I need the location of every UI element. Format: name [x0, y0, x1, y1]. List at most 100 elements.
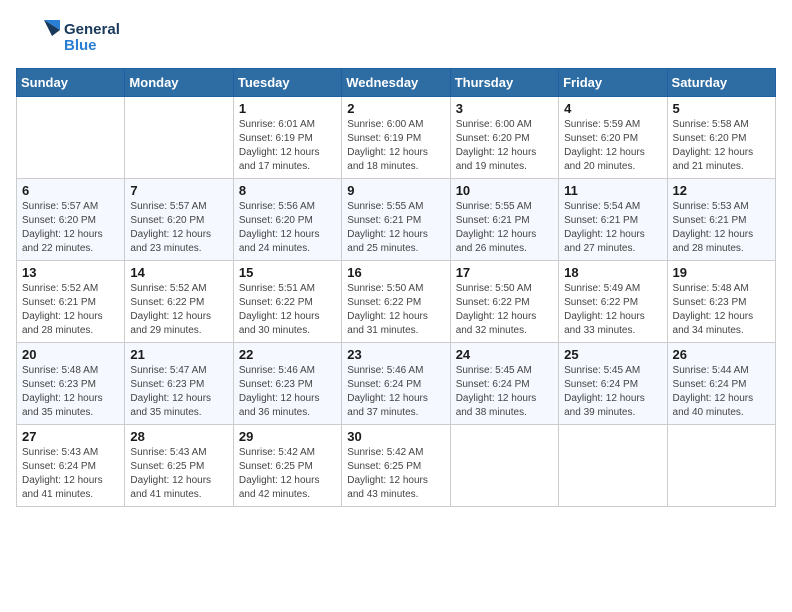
calendar-header-row: SundayMondayTuesdayWednesdayThursdayFrid…: [17, 69, 776, 97]
day-info: Sunrise: 5:44 AM Sunset: 6:24 PM Dayligh…: [673, 364, 770, 420]
day-info: Sunrise: 5:54 AM Sunset: 6:21 PM Dayligh…: [564, 200, 661, 256]
calendar-cell: [559, 425, 667, 507]
weekday-header: Sunday: [17, 69, 125, 97]
logo-line1: General: [64, 22, 120, 39]
day-number: 3: [456, 101, 553, 116]
day-number: 10: [456, 183, 553, 198]
day-info: Sunrise: 5:57 AM Sunset: 6:20 PM Dayligh…: [130, 200, 227, 256]
weekday-header: Thursday: [450, 69, 558, 97]
calendar-cell: 16 Sunrise: 5:50 AM Sunset: 6:22 PM Dayli…: [342, 261, 450, 343]
day-info: Sunrise: 5:46 AM Sunset: 6:24 PM Dayligh…: [347, 364, 444, 420]
calendar-cell: [17, 97, 125, 179]
day-info: Sunrise: 5:55 AM Sunset: 6:21 PM Dayligh…: [347, 200, 444, 256]
calendar-cell: 8Sunrise: 5:56 AM Sunset: 6:20 PM Daylig…: [233, 179, 341, 261]
calendar-cell: 24 Sunrise: 5:45 AM Sunset: 6:24 PM Dayli…: [450, 343, 558, 425]
weekday-header: Monday: [125, 69, 233, 97]
calendar-cell: 14 Sunrise: 5:52 AM Sunset: 6:22 PM Dayli…: [125, 261, 233, 343]
day-number: 26: [673, 347, 770, 362]
day-info: Sunrise: 5:42 AM Sunset: 6:25 PM Dayligh…: [347, 446, 444, 502]
day-info: Sunrise: 5:52 AM Sunset: 6:21 PM Dayligh…: [22, 282, 119, 338]
day-number: 19: [673, 265, 770, 280]
calendar-cell: 28 Sunrise: 5:43 AM Sunset: 6:25 PM Dayli…: [125, 425, 233, 507]
day-info: Sunrise: 5:59 AM Sunset: 6:20 PM Dayligh…: [564, 118, 661, 174]
calendar-cell: 3 Sunrise: 6:00 AM Sunset: 6:20 PM Daylig…: [450, 97, 558, 179]
logo-line2: Blue: [64, 38, 120, 55]
calendar-cell: 22 Sunrise: 5:46 AM Sunset: 6:23 PM Dayli…: [233, 343, 341, 425]
day-info: Sunrise: 5:53 AM Sunset: 6:21 PM Dayligh…: [673, 200, 770, 256]
calendar-week-row: 20Sunrise: 5:48 AM Sunset: 6:23 PM Dayli…: [17, 343, 776, 425]
day-number: 9: [347, 183, 444, 198]
calendar-week-row: 13 Sunrise: 5:52 AM Sunset: 6:21 PM Dayli…: [17, 261, 776, 343]
day-info: Sunrise: 5:42 AM Sunset: 6:25 PM Dayligh…: [239, 446, 336, 502]
calendar-week-row: 27 Sunrise: 5:43 AM Sunset: 6:24 PM Dayli…: [17, 425, 776, 507]
day-number: 18: [564, 265, 661, 280]
day-info: Sunrise: 5:48 AM Sunset: 6:23 PM Dayligh…: [673, 282, 770, 338]
calendar-week-row: 1 Sunrise: 6:01 AM Sunset: 6:19 PM Daylig…: [17, 97, 776, 179]
weekday-header: Friday: [559, 69, 667, 97]
day-info: Sunrise: 6:01 AM Sunset: 6:19 PM Dayligh…: [239, 118, 336, 174]
day-info: Sunrise: 6:00 AM Sunset: 6:19 PM Dayligh…: [347, 118, 444, 174]
calendar-cell: 6 Sunrise: 5:57 AM Sunset: 6:20 PM Daylig…: [17, 179, 125, 261]
day-number: 11: [564, 183, 661, 198]
day-number: 28: [130, 429, 227, 444]
calendar-cell: 29 Sunrise: 5:42 AM Sunset: 6:25 PM Dayli…: [233, 425, 341, 507]
day-info: Sunrise: 5:57 AM Sunset: 6:20 PM Dayligh…: [22, 200, 119, 256]
day-number: 15: [239, 265, 336, 280]
calendar-cell: 17Sunrise: 5:50 AM Sunset: 6:22 PM Dayli…: [450, 261, 558, 343]
calendar-cell: 2 Sunrise: 6:00 AM Sunset: 6:19 PM Daylig…: [342, 97, 450, 179]
calendar-cell: 13 Sunrise: 5:52 AM Sunset: 6:21 PM Dayli…: [17, 261, 125, 343]
calendar-cell: [125, 97, 233, 179]
day-number: 5: [673, 101, 770, 116]
day-info: Sunrise: 5:47 AM Sunset: 6:23 PM Dayligh…: [130, 364, 227, 420]
day-number: 30: [347, 429, 444, 444]
calendar-cell: 25 Sunrise: 5:45 AM Sunset: 6:24 PM Dayli…: [559, 343, 667, 425]
calendar-cell: 5 Sunrise: 5:58 AM Sunset: 6:20 PM Daylig…: [667, 97, 775, 179]
logo-text: GeneralBlue: [64, 22, 120, 55]
day-info: Sunrise: 5:56 AM Sunset: 6:20 PM Dayligh…: [239, 200, 336, 256]
day-info: Sunrise: 5:50 AM Sunset: 6:22 PM Dayligh…: [347, 282, 444, 338]
day-number: 29: [239, 429, 336, 444]
calendar-week-row: 6 Sunrise: 5:57 AM Sunset: 6:20 PM Daylig…: [17, 179, 776, 261]
calendar-cell: 23Sunrise: 5:46 AM Sunset: 6:24 PM Dayli…: [342, 343, 450, 425]
day-number: 6: [22, 183, 119, 198]
calendar-cell: 4Sunrise: 5:59 AM Sunset: 6:20 PM Daylig…: [559, 97, 667, 179]
calendar-cell: 7 Sunrise: 5:57 AM Sunset: 6:20 PM Daylig…: [125, 179, 233, 261]
calendar-cell: [450, 425, 558, 507]
day-number: 12: [673, 183, 770, 198]
day-info: Sunrise: 5:49 AM Sunset: 6:22 PM Dayligh…: [564, 282, 661, 338]
logo: GeneralBlue: [16, 16, 120, 60]
calendar-cell: 19 Sunrise: 5:48 AM Sunset: 6:23 PM Dayli…: [667, 261, 775, 343]
header: GeneralBlue: [16, 16, 776, 60]
day-info: Sunrise: 5:52 AM Sunset: 6:22 PM Dayligh…: [130, 282, 227, 338]
day-info: Sunrise: 5:48 AM Sunset: 6:23 PM Dayligh…: [22, 364, 119, 420]
day-number: 27: [22, 429, 119, 444]
day-number: 2: [347, 101, 444, 116]
calendar-cell: 9 Sunrise: 5:55 AM Sunset: 6:21 PM Daylig…: [342, 179, 450, 261]
day-number: 16: [347, 265, 444, 280]
weekday-header: Wednesday: [342, 69, 450, 97]
calendar-cell: 18 Sunrise: 5:49 AM Sunset: 6:22 PM Dayli…: [559, 261, 667, 343]
day-info: Sunrise: 5:43 AM Sunset: 6:24 PM Dayligh…: [22, 446, 119, 502]
day-number: 14: [130, 265, 227, 280]
calendar-table: SundayMondayTuesdayWednesdayThursdayFrid…: [16, 68, 776, 507]
day-number: 13: [22, 265, 119, 280]
day-number: 7: [130, 183, 227, 198]
day-info: Sunrise: 5:45 AM Sunset: 6:24 PM Dayligh…: [456, 364, 553, 420]
day-number: 24: [456, 347, 553, 362]
day-info: Sunrise: 5:45 AM Sunset: 6:24 PM Dayligh…: [564, 364, 661, 420]
calendar-cell: 26 Sunrise: 5:44 AM Sunset: 6:24 PM Dayli…: [667, 343, 775, 425]
day-info: Sunrise: 5:46 AM Sunset: 6:23 PM Dayligh…: [239, 364, 336, 420]
day-info: Sunrise: 5:58 AM Sunset: 6:20 PM Dayligh…: [673, 118, 770, 174]
weekday-header: Saturday: [667, 69, 775, 97]
day-number: 17: [456, 265, 553, 280]
day-info: Sunrise: 5:43 AM Sunset: 6:25 PM Dayligh…: [130, 446, 227, 502]
calendar-cell: 27 Sunrise: 5:43 AM Sunset: 6:24 PM Dayli…: [17, 425, 125, 507]
day-number: 22: [239, 347, 336, 362]
calendar-cell: 11 Sunrise: 5:54 AM Sunset: 6:21 PM Dayli…: [559, 179, 667, 261]
day-number: 1: [239, 101, 336, 116]
day-info: Sunrise: 6:00 AM Sunset: 6:20 PM Dayligh…: [456, 118, 553, 174]
day-info: Sunrise: 5:55 AM Sunset: 6:21 PM Dayligh…: [456, 200, 553, 256]
day-number: 21: [130, 347, 227, 362]
day-number: 25: [564, 347, 661, 362]
weekday-header: Tuesday: [233, 69, 341, 97]
